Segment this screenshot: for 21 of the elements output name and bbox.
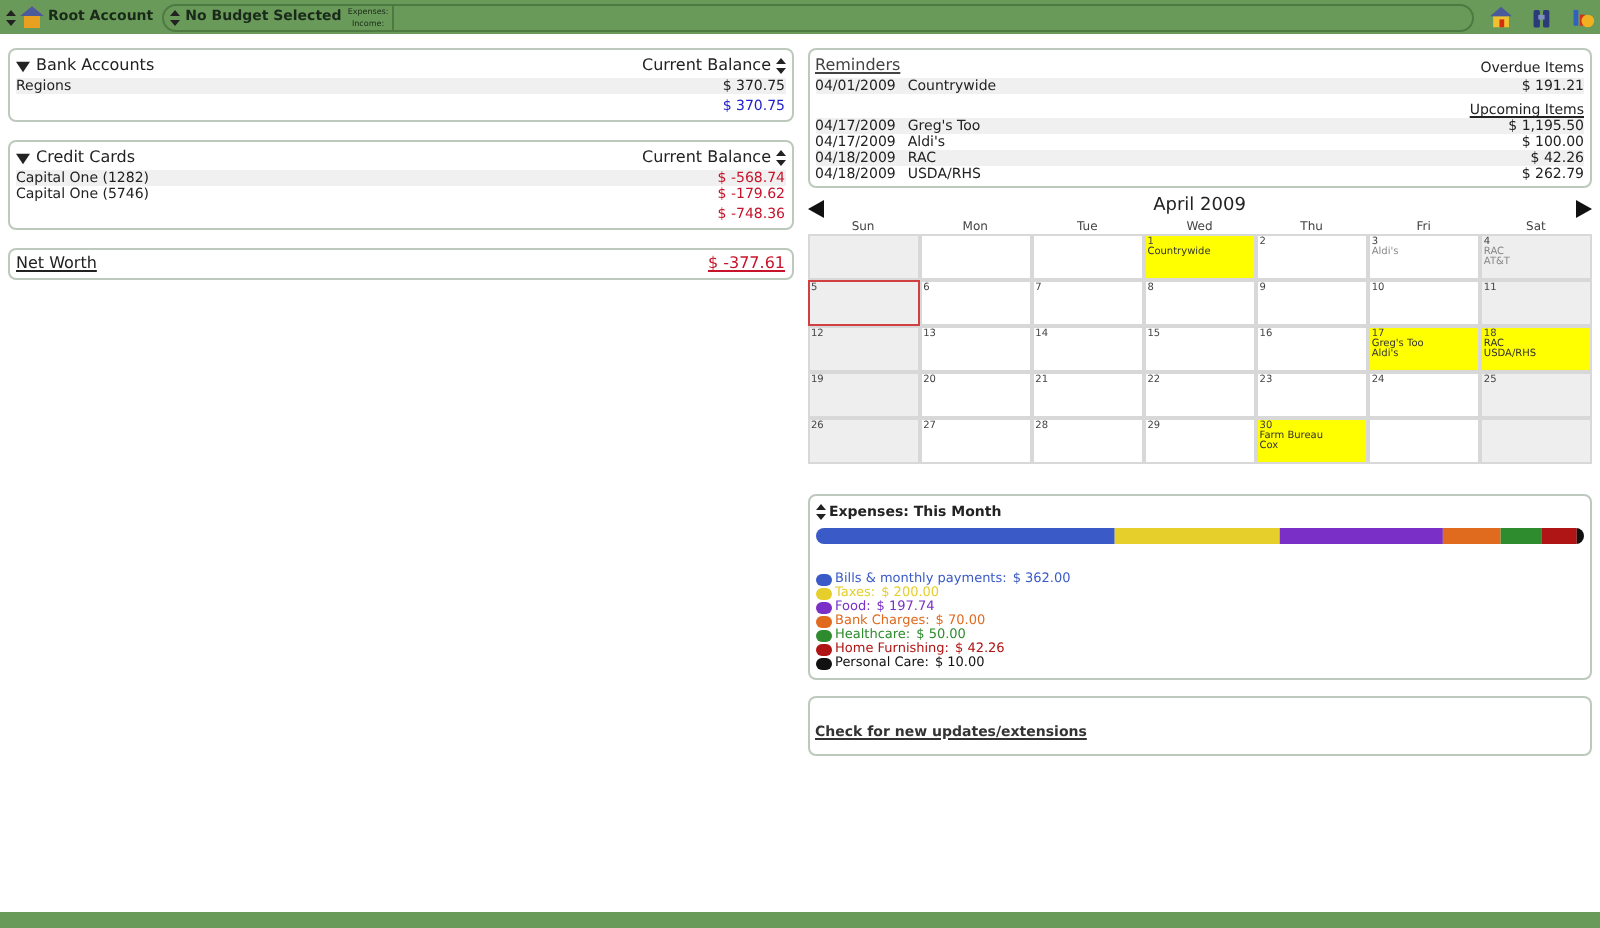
chart-icon[interactable] [1571,4,1594,30]
home-icon[interactable] [1490,4,1513,30]
spinner-icon [6,9,16,25]
month-title: April 2009 [1153,194,1246,221]
previous-month-icon[interactable] [807,199,823,217]
expanded-icon[interactable] [16,59,30,73]
next-month-icon[interactable] [1576,199,1592,217]
net-worth-amount: $ -377.61 [707,252,785,276]
section-title: Credit Cards [36,146,135,170]
column-heading: Current Balance [642,146,771,170]
section-title: Bank Accounts [36,54,155,78]
spinner-icon [815,504,825,521]
expanded-icon[interactable] [16,151,30,165]
net-worth-label[interactable]: Net Worth [16,252,97,276]
spinner-icon [775,58,785,74]
column-heading: Current Balance [642,54,771,78]
reminders-title[interactable]: Reminders [815,54,901,78]
binoculars-icon[interactable] [1532,5,1552,29]
spinner-icon [169,9,180,25]
house-icon [20,6,44,28]
spinner-icon [775,150,785,166]
